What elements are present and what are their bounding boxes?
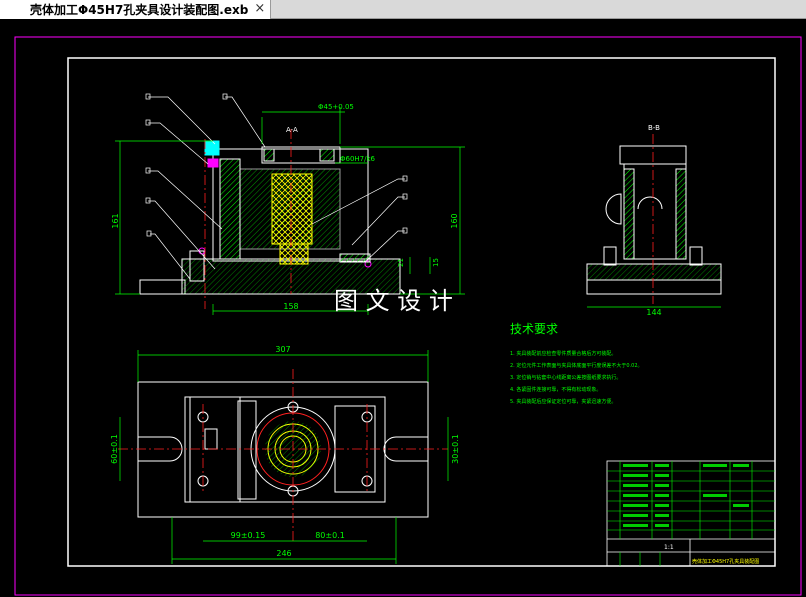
dim-dia-mid: Φ60H7/k6	[340, 155, 376, 163]
tech-item-3: 3. 定位销与钻套中心线距离公差按图纸要求执行。	[510, 374, 621, 381]
title-block-name: 壳体加工Φ45H7孔夹具装配图	[692, 558, 759, 565]
dim-left-h: 60±0.1	[110, 434, 119, 464]
side-view	[586, 145, 722, 295]
dim-d2: 80±0.1	[315, 531, 345, 540]
document-tab[interactable]: 壳体加工Φ45H7孔夹具设计装配图.exb ×	[0, 0, 272, 19]
tech-item-2: 2. 定位元件工作表面与夹具体底面平行度误差不大于0.02。	[510, 362, 643, 369]
title-block-scale: 1:1	[664, 544, 674, 551]
drawing-canvas[interactable]: 161 160 158 Φ45+0.05 Φ60H7/k6 21 15 A-A …	[0, 19, 806, 597]
close-icon[interactable]: ×	[254, 1, 265, 17]
front-view	[139, 140, 401, 295]
section-label-aa: A-A	[286, 126, 298, 134]
document-tab-bar: 壳体加工Φ45H7孔夹具设计装配图.exb ×	[0, 0, 806, 19]
dim-width-front: 158	[283, 302, 298, 311]
tech-item-4: 4. 各紧固件连接可靠，不得有松动现象。	[510, 386, 601, 393]
dim-height-right: 160	[450, 213, 459, 228]
tech-title: 技术要求	[510, 322, 558, 336]
plan-view	[137, 381, 429, 518]
dim-small-15: 15	[432, 258, 440, 267]
document-tab-title: 壳体加工Φ45H7孔夹具设计装配图.exb	[30, 3, 249, 17]
dim-d1: 99±0.15	[231, 531, 266, 540]
dim-right-h: 30±0.1	[451, 434, 460, 464]
dim-small-21: 21	[397, 258, 405, 267]
section-label-bb: B-B	[648, 124, 660, 132]
tech-item-1: 1. 夹具装配前应检查零件质量合格后方可装配。	[510, 350, 616, 357]
dim-width-side: 144	[646, 308, 661, 317]
assembly-drawing: 161 160 158 Φ45+0.05 Φ60H7/k6 21 15 A-A …	[14, 36, 802, 596]
watermark-text: 图 文 设 计	[334, 287, 453, 315]
dim-top-width: 307	[275, 345, 290, 354]
tech-item-5: 5. 夹具装配后应保证定位可靠，夹紧迅速方便。	[510, 398, 616, 405]
dim-dia-top: Φ45+0.05	[318, 103, 354, 111]
dim-height-left: 161	[111, 213, 120, 228]
dim-total-width: 246	[276, 549, 291, 558]
